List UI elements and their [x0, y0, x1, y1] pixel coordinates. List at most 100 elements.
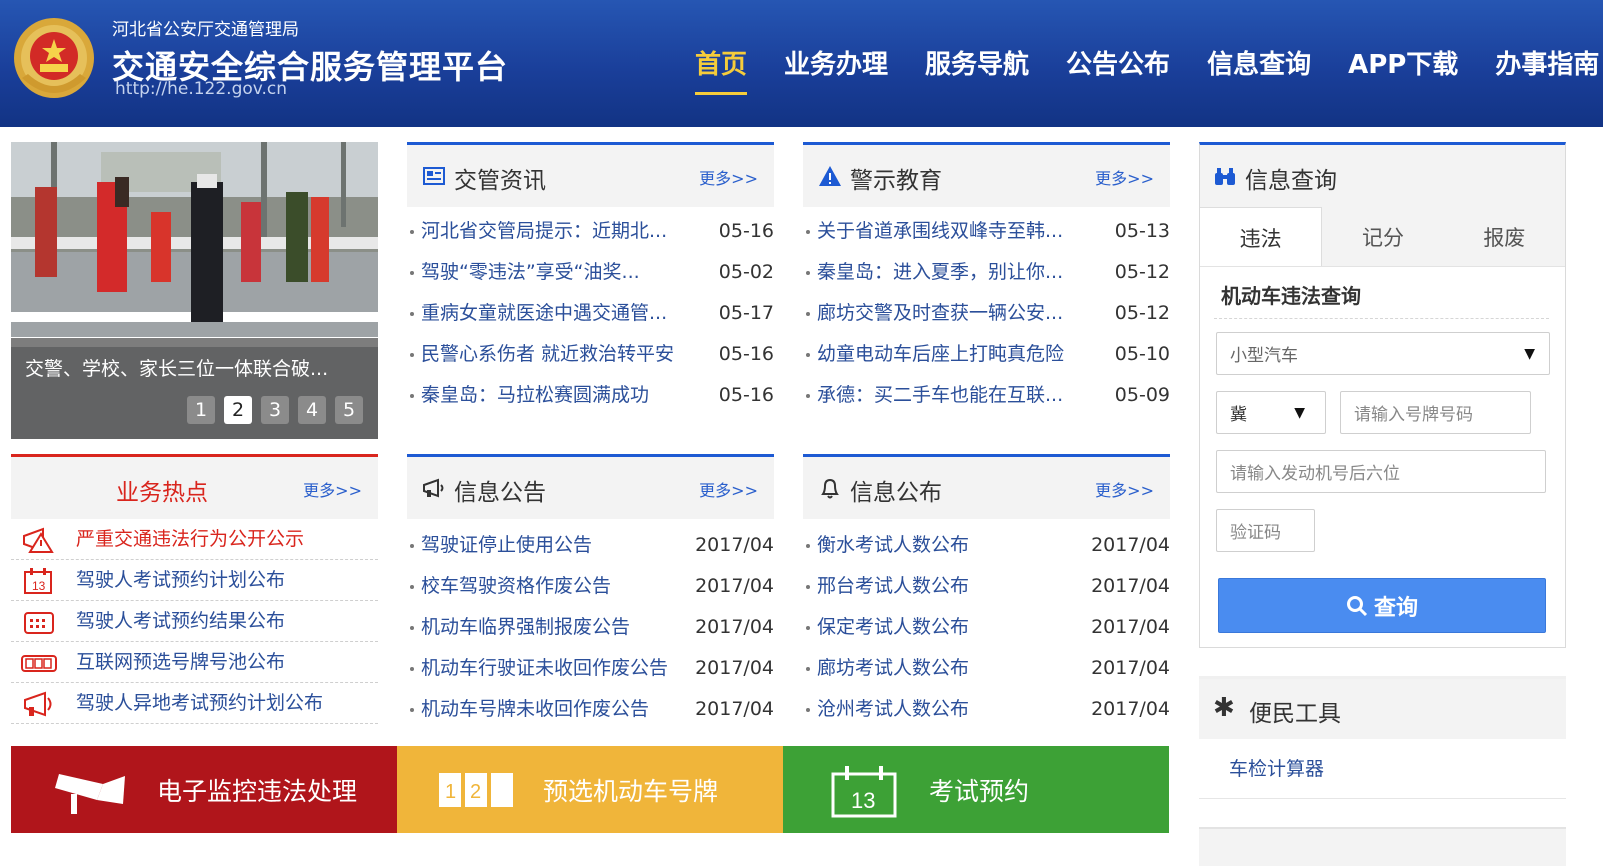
news-item-title[interactable]: 民警心系伤者 就近救治转平安 [421, 343, 674, 365]
warning-item-title[interactable]: 秦皇岛：进入夏季，别让你... [817, 261, 1063, 283]
nav-app-download[interactable]: APP下载 [1348, 44, 1458, 81]
news-item-date: 05-17 [718, 302, 774, 324]
captcha-placeholder: 验证码 [1230, 523, 1281, 543]
hot-more-link[interactable]: 更多>> [303, 477, 362, 501]
nav-announcements[interactable]: 公告公布 [1066, 44, 1170, 81]
notice-more-link[interactable]: 更多>> [699, 477, 758, 501]
carousel-caption[interactable]: 交警、学校、家长三位一体联合破... [25, 354, 328, 381]
notice-item-title[interactable]: 驾驶证停止使用公告 [421, 534, 592, 556]
warning-item-title[interactable]: 廊坊交警及时查获一辆公安... [817, 302, 1063, 324]
tab-violation[interactable]: 违法 [1200, 207, 1323, 266]
banner-exam-booking[interactable]: 13 考试预约 [783, 746, 1169, 833]
publish-item-title[interactable]: 衡水考试人数公布 [817, 534, 969, 556]
warning-panel-title: 警示教育 [850, 168, 942, 194]
news-more-link[interactable]: 更多>> [699, 165, 758, 189]
nav-home[interactable]: 首页 [695, 44, 748, 95]
list-item[interactable]: 衡水考试人数公布 2017/04 [803, 525, 1170, 566]
list-item[interactable]: 驾驶证停止使用公告 2017/04 [407, 525, 774, 566]
tool-inspection-calculator[interactable]: 车检计算器 [1199, 739, 1566, 799]
publish-item-title[interactable]: 保定考试人数公布 [817, 616, 969, 638]
carousel-page-2[interactable]: 2 [224, 396, 252, 424]
warning-panel-header: 警示教育 更多>> [803, 145, 1170, 207]
carousel-page-1[interactable]: 1 [187, 396, 215, 424]
banner-label[interactable]: 电子监控违法处理 [157, 772, 357, 808]
dropdown-caret-icon: ▼ [1524, 345, 1535, 362]
carousel-page-3[interactable]: 3 [261, 396, 289, 424]
warning-item-title[interactable]: 关于省道承围线双峰寺至韩... [817, 220, 1063, 242]
warning-item-date: 05-09 [1114, 384, 1170, 406]
publish-item-title[interactable]: 廊坊考试人数公布 [817, 657, 969, 679]
news-panel-title: 交管资讯 [454, 168, 546, 194]
nav-info-query[interactable]: 信息查询 [1207, 44, 1311, 81]
notice-item-title[interactable]: 机动车号牌未收回作废公告 [421, 698, 649, 720]
warning-item-title[interactable]: 承德：买二手车也能在互联... [817, 384, 1063, 406]
carousel-page-5[interactable]: 5 [335, 396, 363, 424]
license-plate-icon [21, 655, 57, 672]
list-item[interactable]: 校车驾驶资格作废公告 2017/04 [407, 566, 774, 607]
warning-item-title[interactable]: 幼童电动车后座上打盹真危险 [817, 343, 1064, 365]
province-select[interactable]: 冀 ▼ [1216, 391, 1326, 434]
hot-item-title[interactable]: 互联网预选号牌号池公布 [76, 651, 285, 673]
notice-item-date: 2017/04 [695, 575, 774, 597]
form-title: 机动车违法查询 [1221, 284, 1361, 308]
list-item[interactable]: 邢台考试人数公布 2017/04 [803, 566, 1170, 607]
hot-item-title[interactable]: 严重交通违法行为公开公示 [76, 528, 304, 550]
list-item[interactable]: 承德：买二手车也能在互联... 05-09 [803, 375, 1170, 416]
news-item-title[interactable]: 河北省交管局提示：近期北... [421, 220, 667, 242]
nav-business[interactable]: 业务办理 [784, 44, 888, 81]
list-item[interactable]: 13 驾驶人考试预约计划公布 [11, 560, 378, 601]
notice-item-title[interactable]: 校车驾驶资格作废公告 [421, 575, 611, 597]
news-item-title[interactable]: 重病女童就医途中遇交通管... [421, 302, 667, 324]
captcha-input[interactable]: 验证码 [1216, 509, 1315, 552]
list-item[interactable]: 机动车行驶证未收回作废公告 2017/04 [407, 648, 774, 689]
banner-label[interactable]: 预选机动车号牌 [543, 772, 718, 808]
news-item-title[interactable]: 驾驶“零违法”享受“油奖... [421, 261, 640, 283]
list-item[interactable]: 保定考试人数公布 2017/04 [803, 607, 1170, 648]
form-divider [1214, 318, 1549, 319]
notice-item-title[interactable]: 机动车临界强制报废公告 [421, 616, 630, 638]
news-panel-header: 交管资讯 更多>> [407, 145, 774, 207]
list-item[interactable]: 驾驶“零违法”享受“油奖... 05-02 [407, 252, 774, 293]
list-item[interactable]: 秦皇岛：马拉松赛圆满成功 05-16 [407, 375, 774, 416]
list-item[interactable]: 民警心系伤者 就近救治转平安 05-16 [407, 334, 774, 375]
tab-scrap[interactable]: 报废 [1444, 207, 1565, 266]
hot-item-title[interactable]: 驾驶人考试预约结果公布 [76, 610, 285, 632]
list-item[interactable]: 机动车临界强制报废公告 2017/04 [407, 607, 774, 648]
news-item-title[interactable]: 秦皇岛：马拉松赛圆满成功 [421, 384, 649, 406]
plate-number-input[interactable]: 请输入号牌号码 [1340, 391, 1531, 434]
news-carousel[interactable]: 交警、学校、家长三位一体联合破... 1 2 3 4 5 [11, 142, 378, 439]
nav-guide[interactable]: 办事指南 [1495, 44, 1599, 81]
list-item[interactable]: 秦皇岛：进入夏季，别让你... 05-12 [803, 252, 1170, 293]
vehicle-type-select[interactable]: 小型汽车 ▼ [1216, 332, 1550, 375]
warning-more-link[interactable]: 更多>> [1095, 165, 1154, 189]
notice-item-title[interactable]: 机动车行驶证未收回作废公告 [421, 657, 668, 679]
banner-electronic-monitoring[interactable]: 电子监控违法处理 [11, 746, 397, 833]
list-item[interactable]: 幼童电动车后座上打盹真危险 05-10 [803, 334, 1170, 375]
banner-label[interactable]: 考试预约 [929, 772, 1029, 808]
list-item[interactable]: 互联网预选号牌号池公布 [11, 642, 378, 683]
publish-item-title[interactable]: 沧州考试人数公布 [817, 698, 969, 720]
list-item[interactable]: 沧州考试人数公布 2017/04 [803, 689, 1170, 730]
list-item[interactable]: 关于省道承围线双峰寺至韩... 05-13 [803, 211, 1170, 252]
list-item[interactable]: 机动车号牌未收回作废公告 2017/04 [407, 689, 774, 730]
calendar-grid-icon [24, 612, 54, 634]
list-item[interactable]: 重病女童就医途中遇交通管... 05-17 [407, 293, 774, 334]
list-item[interactable]: 廊坊交警及时查获一辆公安... 05-12 [803, 293, 1170, 334]
list-item[interactable]: 驾驶人考试预约结果公布 [11, 601, 378, 642]
carousel-page-4[interactable]: 4 [298, 396, 326, 424]
tab-points[interactable]: 记分 [1322, 207, 1443, 266]
hot-item-title[interactable]: 驾驶人考试预约计划公布 [76, 569, 285, 591]
list-item[interactable]: 驾驶人异地考试预约计划公布 [11, 683, 378, 724]
list-item[interactable]: 严重交通违法行为公开公示 [11, 519, 378, 560]
hot-item-title[interactable]: 驾驶人异地考试预约计划公布 [76, 692, 323, 714]
carousel-pagination: 1 2 3 4 5 [187, 396, 372, 424]
banner-plate-selection[interactable]: 1 2 预选机动车号牌 [397, 746, 783, 833]
list-item[interactable]: 廊坊考试人数公布 2017/04 [803, 648, 1170, 689]
publish-item-title[interactable]: 邢台考试人数公布 [817, 575, 969, 597]
hot-panel-title: 业务热点 [116, 480, 208, 506]
engine-number-input[interactable]: 请输入发动机号后六位 [1216, 450, 1546, 493]
query-button[interactable]: 查询 [1218, 578, 1546, 633]
publish-more-link[interactable]: 更多>> [1095, 477, 1154, 501]
nav-service-guide[interactable]: 服务导航 [925, 44, 1029, 81]
list-item[interactable]: 河北省交管局提示：近期北... 05-16 [407, 211, 774, 252]
